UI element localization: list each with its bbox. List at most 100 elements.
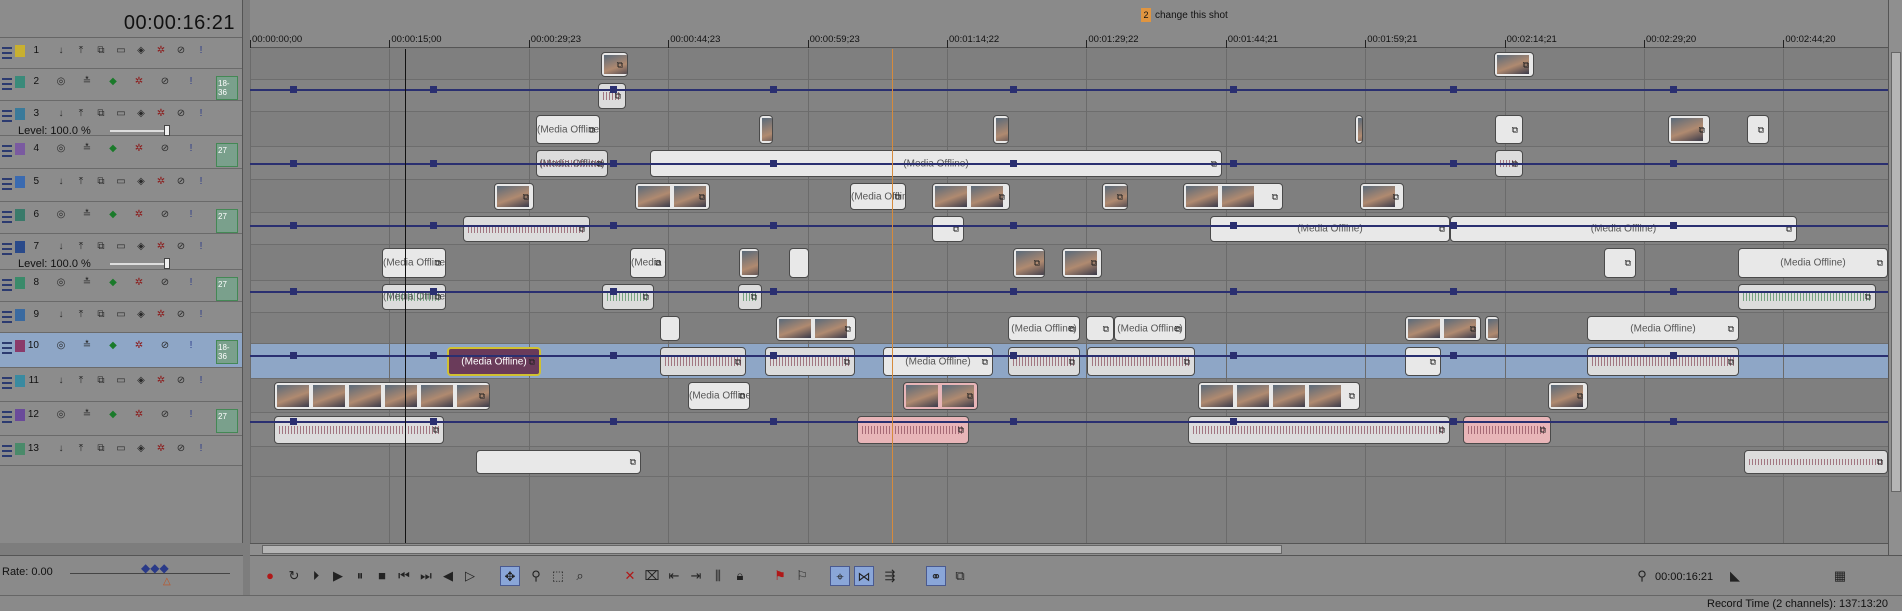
track-grip-icon[interactable]	[2, 342, 12, 354]
track-grip-icon[interactable]	[2, 178, 12, 190]
envelope-point[interactable]	[610, 86, 617, 93]
track-up-icon[interactable]: ⤒	[74, 374, 88, 387]
track-header-5[interactable]: 5 ↓ ⤒ ⧉ ▭ ◈ ✲ ⊘!	[0, 169, 242, 202]
clip-fx-icon[interactable]: ⧉	[1877, 457, 1883, 468]
clip-fx-icon[interactable]: ⧉	[1577, 391, 1583, 402]
solo-icon[interactable]: !	[184, 208, 198, 221]
solo-icon[interactable]: !	[194, 44, 208, 57]
track-fx-icon[interactable]: ✲	[154, 107, 168, 120]
audio-clip[interactable]: ⧉	[1744, 450, 1888, 474]
track-fx-icon[interactable]: ✲	[132, 339, 146, 352]
audio-clip[interactable]: ⧉	[1738, 284, 1876, 310]
media-offline-clip[interactable]: (Media Offline)⧉	[1738, 248, 1888, 278]
video-clip[interactable]: ⧉	[494, 183, 534, 210]
envelope-point[interactable]	[770, 288, 777, 295]
clip-fx-icon[interactable]: ⧉	[1877, 258, 1883, 269]
video-clip[interactable]	[1355, 115, 1363, 144]
media-offline-clip[interactable]: (Media Offline)⧉	[688, 382, 750, 410]
video-clip[interactable]: ⧉	[1604, 248, 1636, 278]
envelope-point[interactable]	[1230, 352, 1237, 359]
compositing-icon[interactable]: ⧉	[94, 175, 108, 188]
track-grip-icon[interactable]	[2, 47, 12, 59]
vertical-scroll-thumb[interactable]	[1891, 52, 1901, 492]
media-offline-clip[interactable]: (Media Offline)⧉	[1008, 316, 1080, 341]
track-down-icon[interactable]: ↓	[54, 44, 68, 57]
media-offline-clip[interactable]: (Media Offline)⧉	[850, 183, 906, 210]
track-fx-icon[interactable]: ✲	[154, 442, 168, 455]
track-grip-icon[interactable]	[2, 78, 12, 90]
clip-fx-icon[interactable]: ⧉	[433, 425, 439, 436]
zoom-tool-icon[interactable]: ⌕	[570, 566, 590, 586]
clip-fx-icon[interactable]: ⧉	[630, 457, 636, 468]
envelope-point[interactable]	[430, 418, 437, 425]
envelope-point[interactable]	[290, 222, 297, 229]
track-up-icon[interactable]: ⤒	[74, 175, 88, 188]
prev-frame-icon[interactable]: ◀	[438, 566, 458, 586]
envelope-point[interactable]	[1670, 352, 1677, 359]
track-lane-1[interactable]	[250, 49, 1888, 80]
clip-fx-icon[interactable]: ⧉	[1699, 124, 1705, 135]
clip-fx-icon[interactable]: ⧉	[1393, 191, 1399, 202]
envelope-point[interactable]	[1450, 222, 1457, 229]
video-clip[interactable]: ⧉	[1013, 248, 1045, 278]
loop-icon[interactable]: ↻	[284, 566, 304, 586]
fx-icon[interactable]: ▭	[114, 442, 128, 455]
clip-fx-icon[interactable]: ⧉	[1272, 191, 1278, 202]
fx-icon[interactable]: ▭	[114, 44, 128, 57]
envelope-point[interactable]	[1010, 222, 1017, 229]
compositing-icon[interactable]: ⧉	[94, 442, 108, 455]
volume-envelope[interactable]	[250, 355, 1888, 357]
track-header-7[interactable]: 7 ↓ ⤒ ⧉ ▭ ◈ ✲ ⊘! Level: 100.0 %	[0, 234, 242, 270]
video-clip[interactable]: ⧉	[1086, 316, 1114, 341]
fx-icon[interactable]: ▭	[114, 374, 128, 387]
vertical-scrollbar[interactable]	[1888, 0, 1902, 555]
envelope-point[interactable]	[1230, 222, 1237, 229]
track-up-icon[interactable]: ⤒	[74, 107, 88, 120]
track-lane-12[interactable]	[250, 413, 1888, 447]
envelope-point[interactable]	[610, 222, 617, 229]
envelope-point[interactable]	[1010, 418, 1017, 425]
envelope-point[interactable]	[1230, 418, 1237, 425]
track-lane-2[interactable]	[250, 80, 1888, 112]
media-offline-clip[interactable]: (Media Offline)⧉	[1210, 216, 1450, 242]
track-down-icon[interactable]: ↓	[54, 442, 68, 455]
clip-fx-icon[interactable]: ⧉	[1069, 323, 1075, 334]
track-grip-icon[interactable]	[2, 243, 12, 255]
normal-edit-tool-icon[interactable]: ✥	[500, 566, 520, 586]
envelope-point[interactable]	[290, 288, 297, 295]
clip-fx-icon[interactable]: ⧉	[699, 191, 705, 202]
solo-icon[interactable]: !	[184, 276, 198, 289]
solo-icon[interactable]: !	[184, 408, 198, 421]
clip-fx-icon[interactable]: ⧉	[1430, 356, 1436, 367]
media-offline-clip[interactable]: (Media Offline)⧉	[1114, 316, 1186, 341]
clip-fx-icon[interactable]: ⧉	[1117, 191, 1123, 202]
clip-fx-icon[interactable]: ⧉	[1103, 323, 1109, 334]
stop-icon[interactable]: ■	[372, 566, 392, 586]
play-from-start-icon[interactable]: ⏵	[306, 566, 326, 586]
fx-icon[interactable]: ▭	[114, 107, 128, 120]
clip-fx-icon[interactable]: ⧉	[1034, 258, 1040, 269]
video-clip[interactable]	[789, 248, 809, 278]
clip-fx-icon[interactable]: ⧉	[1512, 124, 1518, 135]
audio-clip[interactable]: ⧉	[1008, 347, 1080, 376]
mute-icon[interactable]: ⊘	[174, 240, 188, 253]
lock-icon[interactable]: 🔒︎	[730, 566, 750, 586]
mute-icon[interactable]: ⊘	[174, 44, 188, 57]
automation-icon[interactable]: ◆	[106, 339, 120, 352]
automation-icon[interactable]: ◆	[106, 408, 120, 421]
clip-fx-icon[interactable]: ⧉	[1091, 258, 1097, 269]
mute-icon[interactable]: ⊘	[158, 408, 172, 421]
track-grip-icon[interactable]	[2, 445, 12, 457]
trim-start-icon[interactable]: ⇤	[664, 566, 684, 586]
clip-fx-icon[interactable]: ⧉	[982, 356, 988, 367]
fx-icon[interactable]: ▭	[114, 308, 128, 321]
mute-icon[interactable]: ⊘	[174, 374, 188, 387]
mute-icon[interactable]: ⊘	[174, 175, 188, 188]
track-grip-icon[interactable]	[2, 279, 12, 291]
video-clip[interactable]: ⧉	[1102, 183, 1128, 210]
fx-icon[interactable]: ▭	[114, 240, 128, 253]
envelope-point[interactable]	[610, 160, 617, 167]
media-offline-clip[interactable]: (Media Offline)⧉	[630, 248, 666, 278]
insert-marker-icon[interactable]: ⚑	[770, 566, 790, 586]
envelope-point[interactable]	[1670, 418, 1677, 425]
